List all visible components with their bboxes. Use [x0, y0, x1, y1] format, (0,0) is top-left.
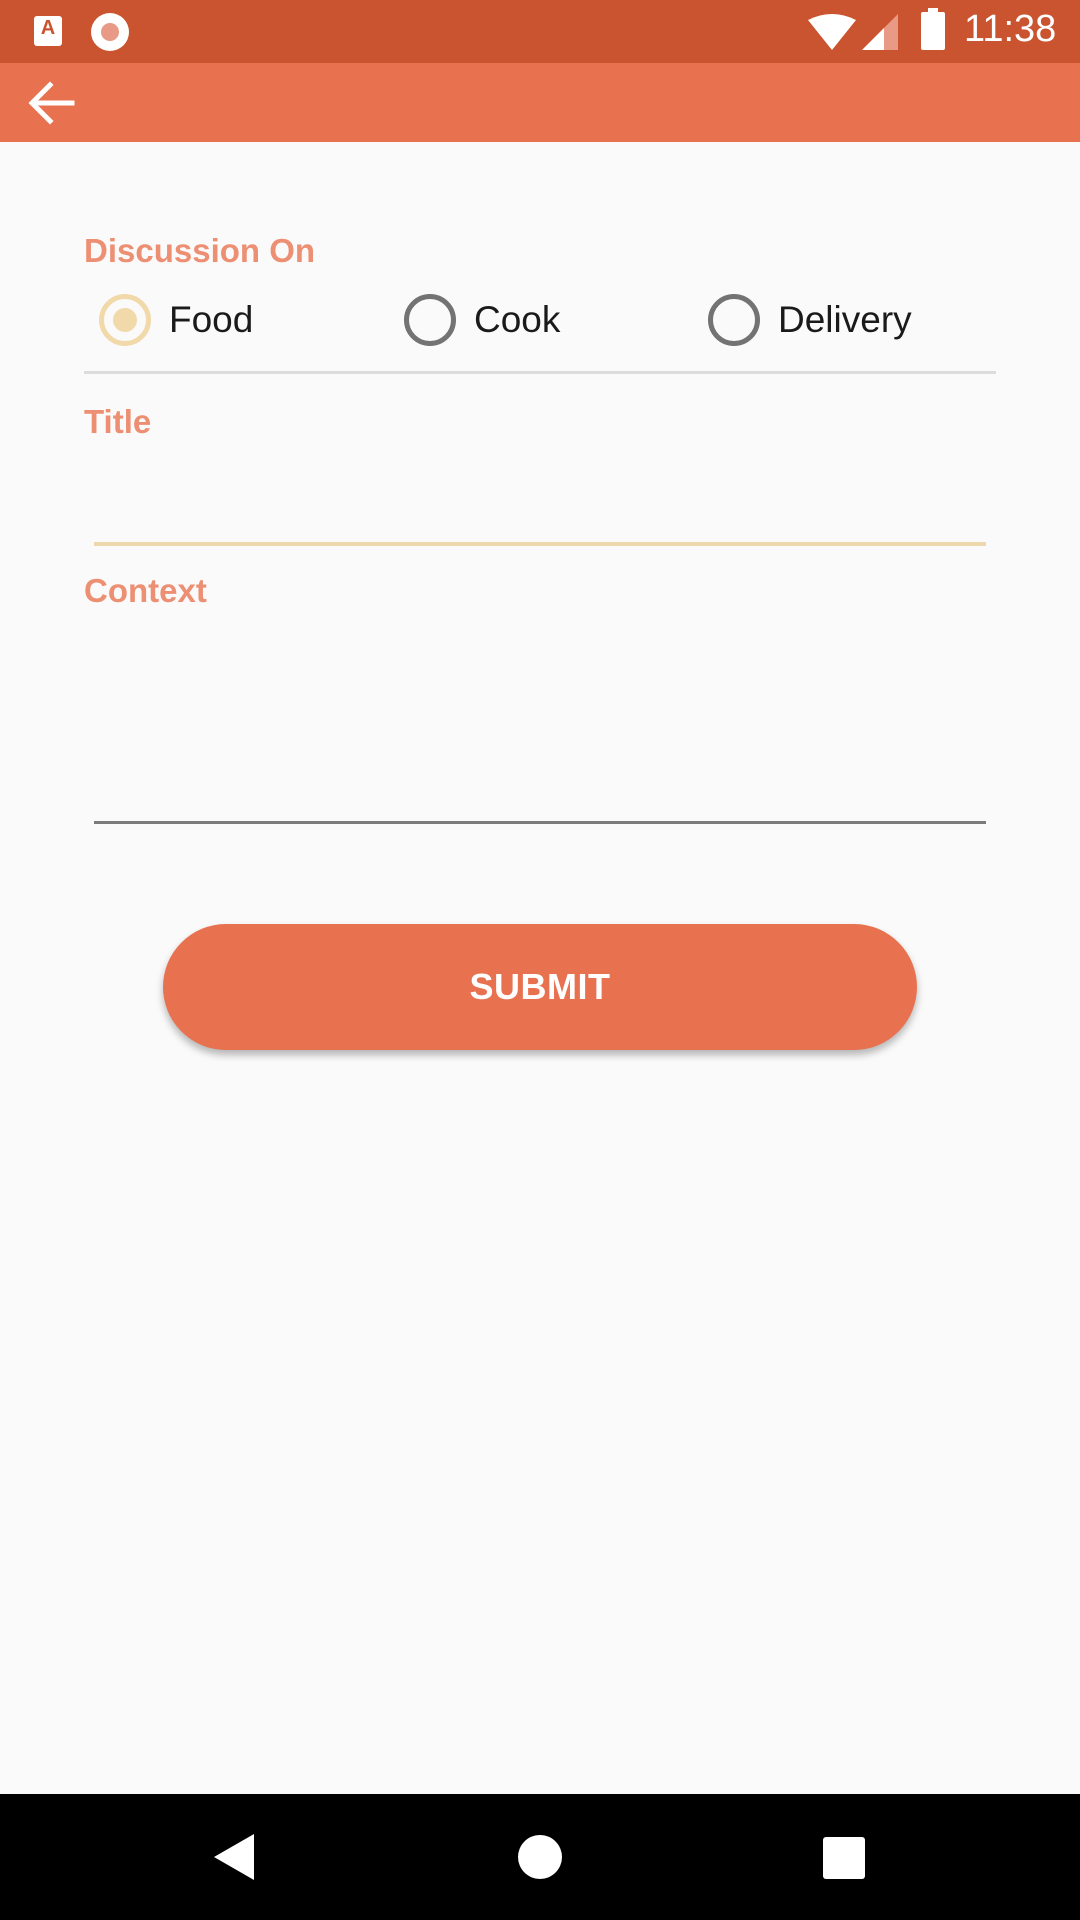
radio-delivery-label: Delivery [778, 299, 912, 340]
radio-cook[interactable]: Cook [404, 290, 560, 350]
nav-back-icon[interactable] [214, 1834, 254, 1880]
radio-cook-label: Cook [474, 299, 561, 340]
radio-food-label: Food [169, 299, 254, 340]
back-button[interactable] [20, 73, 84, 133]
status-bar: A 11:38 [0, 0, 1080, 63]
context-input[interactable] [94, 610, 986, 824]
discussion-on-label: Discussion On [84, 232, 316, 269]
navigation-bar [0, 1794, 1080, 1920]
radio-delivery[interactable]: Delivery [708, 290, 912, 350]
radio-food[interactable]: Food [99, 290, 253, 350]
wifi-icon [808, 14, 856, 50]
signal-icon [862, 14, 898, 50]
radio-unchecked-icon[interactable] [404, 294, 456, 346]
toolbar [0, 63, 1080, 142]
app-a-icon: A [34, 16, 62, 46]
submit-button[interactable]: SUBMIT [163, 924, 917, 1050]
nav-recents-icon[interactable] [823, 1837, 865, 1879]
title-label: Title [84, 403, 152, 440]
status-time: 11:38 [964, 8, 1057, 50]
nav-home-icon[interactable] [518, 1835, 562, 1879]
record-icon [91, 13, 129, 51]
radio-checked-icon[interactable] [99, 294, 151, 346]
context-label: Context [84, 572, 207, 609]
arrow-left-icon [28, 81, 75, 125]
battery-icon [921, 8, 945, 50]
radio-unchecked-icon[interactable] [708, 294, 760, 346]
title-input[interactable] [94, 468, 986, 546]
discussion-radio-group: Food Cook Delivery [84, 290, 996, 350]
divider [84, 371, 996, 374]
